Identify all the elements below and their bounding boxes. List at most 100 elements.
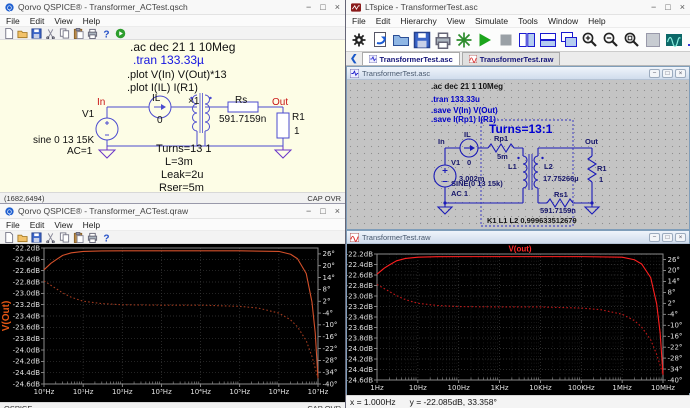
zoom-in-icon[interactable] (581, 31, 599, 49)
menu-window[interactable]: Window (548, 16, 578, 26)
cascade-icon[interactable] (560, 31, 578, 49)
copy-icon[interactable] (59, 28, 70, 39)
maximize-button[interactable]: □ (320, 207, 325, 216)
maximize-button[interactable]: □ (665, 3, 670, 12)
zoom-fit-icon[interactable] (623, 31, 641, 49)
save-icon[interactable] (413, 31, 431, 49)
maximize-button[interactable]: □ (320, 3, 325, 12)
schematic-text: L1 (508, 163, 517, 171)
svg-text:10MHz: 10MHz (651, 384, 675, 392)
menu-help[interactable]: Help (83, 16, 100, 26)
menu-file[interactable]: File (6, 220, 20, 230)
cut-icon[interactable] (45, 28, 56, 39)
paste-icon[interactable] (73, 28, 84, 39)
open-file-icon[interactable] (17, 232, 28, 243)
svg-text:26°: 26° (668, 256, 680, 264)
menu-edit[interactable]: Edit (30, 16, 45, 26)
child-maximize-button[interactable]: □ (662, 233, 673, 242)
menu-simulate[interactable]: Simulate (475, 16, 508, 26)
qspice-logo-icon: Q (5, 207, 14, 216)
save-icon[interactable] (31, 232, 42, 243)
child-close-button[interactable]: × (675, 69, 686, 78)
svg-text:2°: 2° (668, 300, 676, 308)
waveform-icon[interactable] (665, 31, 683, 49)
run-play-icon[interactable] (476, 31, 494, 49)
new-file-icon[interactable] (3, 232, 14, 243)
tab-schematic[interactable]: TransformerTest.asc (362, 52, 460, 65)
svg-text:-23.2dB: -23.2dB (347, 303, 373, 311)
menu-tools[interactable]: Tools (518, 16, 538, 26)
child-minimize-button[interactable]: − (649, 69, 660, 78)
menu-edit[interactable]: Edit (30, 220, 45, 230)
menu-edit[interactable]: Edit (376, 16, 391, 26)
run-sphere-icon[interactable] (115, 28, 126, 39)
qspice-waveform-titlebar[interactable]: Q Qorvo QSPICE® - Transformer_ACTest.qra… (0, 204, 345, 219)
svg-text:14°: 14° (668, 278, 680, 286)
qspice-schematic-titlebar[interactable]: Q Qorvo QSPICE® - Transformer_ACTest.qsc… (0, 0, 345, 15)
minimize-button[interactable]: − (651, 3, 656, 12)
copy-icon[interactable] (59, 232, 70, 243)
ltspice-waveform-child-titlebar[interactable]: TransformerTest.raw − □ × (347, 231, 689, 244)
schematic-text: SINE(0 13 15k) (451, 180, 503, 188)
help-icon[interactable]: ? (101, 232, 112, 243)
open-folder-icon[interactable] (392, 31, 410, 49)
resistor-r1 (588, 156, 596, 182)
svg-text:-23.6dB: -23.6dB (13, 324, 41, 332)
menu-view[interactable]: View (54, 220, 72, 230)
menu-view[interactable]: View (54, 16, 72, 26)
tab-waveform[interactable]: TransformerTest.raw (462, 52, 561, 65)
pan-icon[interactable] (644, 31, 662, 49)
halt-icon[interactable] (497, 31, 515, 49)
child-minimize-button[interactable]: − (649, 233, 660, 242)
save-icon[interactable] (31, 28, 42, 39)
menu-help[interactable]: Help (588, 16, 605, 26)
ltspice-schematic-canvas[interactable]: .ac dec 21 1 10Meg.tran 133.33u.save V(I… (347, 80, 689, 229)
window-title: Qorvo QSPICE® - Transformer_ACTest.qraw (18, 206, 188, 216)
ground-symbol (438, 203, 452, 214)
tab-scroll-left-icon[interactable]: ❮ (348, 53, 360, 65)
close-button[interactable]: × (335, 207, 340, 216)
help-icon[interactable]: ? (101, 28, 112, 39)
print-icon[interactable] (434, 31, 452, 49)
transformer-core (529, 154, 532, 190)
ltspice-titlebar[interactable]: LTspice - TransformerTest.asc − □ × (346, 0, 690, 15)
tile-vertical-icon[interactable] (518, 31, 536, 49)
menu-help[interactable]: Help (83, 220, 100, 230)
menu-view[interactable]: View (447, 16, 465, 26)
minimize-button[interactable]: − (306, 3, 311, 12)
menu-hierarchy[interactable]: Hierarchy (400, 16, 436, 26)
settings-icon[interactable] (350, 31, 368, 49)
menu-file[interactable]: File (352, 16, 366, 26)
ltspice-schematic-child-titlebar[interactable]: TransformerTest.asc − □ × (347, 67, 689, 80)
tab-label: TransformerTest.asc (380, 55, 453, 64)
svg-text:-23.4dB: -23.4dB (13, 312, 41, 320)
svg-text:8°: 8° (323, 286, 331, 294)
child-close-button[interactable]: × (675, 233, 686, 242)
svg-text:-24.0dB: -24.0dB (13, 346, 41, 354)
close-button[interactable]: × (680, 3, 685, 12)
qspice-waveform-plot[interactable]: -22.2dB-22.4dB-22.6dB-22.8dB-23.0dB-23.2… (0, 244, 345, 397)
close-button[interactable]: × (335, 3, 340, 12)
tile-horizontal-icon[interactable] (539, 31, 557, 49)
minimize-button[interactable]: − (306, 207, 311, 216)
zoom-out-icon[interactable] (602, 31, 620, 49)
svg-text:2°: 2° (323, 298, 331, 306)
open-recent-icon[interactable] (371, 31, 389, 49)
schematic-text: .plot V(In) V(Out)*13 (127, 70, 227, 81)
menu-file[interactable]: File (6, 16, 20, 26)
child-maximize-button[interactable]: □ (662, 69, 673, 78)
ltspice-plot-area: -22.2dB-22.4dB-22.6dB-22.8dB-23.0dB-23.2… (347, 244, 689, 398)
svg-text:100Hz: 100Hz (448, 384, 471, 392)
print-icon[interactable] (87, 28, 98, 39)
new-file-icon[interactable] (3, 28, 14, 39)
open-file-icon[interactable] (17, 28, 28, 39)
qspice-schematic-canvas[interactable]: .ac dec 21 1 10Meg.tran 133.33µ.plot V(I… (0, 40, 345, 192)
svg-text:100KHz: 100KHz (568, 384, 595, 392)
new-component-icon[interactable] (455, 31, 473, 49)
print-icon[interactable] (87, 232, 98, 243)
schematic-text: 591.7159n (540, 207, 576, 215)
cut-icon[interactable] (45, 232, 56, 243)
wire-icon[interactable] (686, 31, 690, 49)
ltspice-waveform-plot[interactable]: -22.2dB-22.4dB-22.6dB-22.8dB-23.0dB-23.2… (347, 244, 690, 393)
paste-icon[interactable] (73, 232, 84, 243)
